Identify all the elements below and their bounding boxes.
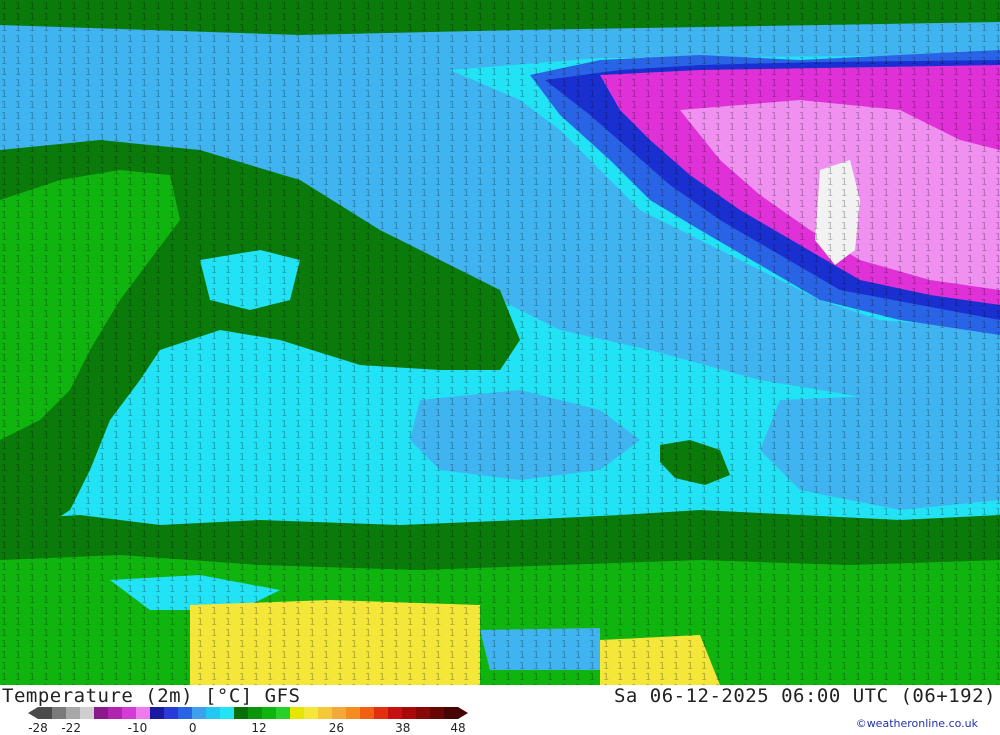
- value-grid-texture: [0, 0, 1000, 685]
- legend-arrow-left: [28, 707, 38, 719]
- legend-swatch: [220, 707, 235, 719]
- legend-swatch: [346, 707, 361, 719]
- legend-swatch: [444, 707, 459, 719]
- legend-swatch: [262, 707, 277, 719]
- legend-swatch: [430, 707, 445, 719]
- temperature-map[interactable]: 1: [0, 0, 1000, 685]
- legend-swatch: [248, 707, 263, 719]
- legend-swatch: [360, 707, 375, 719]
- legend-swatch: [52, 707, 67, 719]
- legend-swatch: [402, 707, 417, 719]
- legend-swatch: [122, 707, 137, 719]
- credit-link[interactable]: ©weatheronline.co.uk: [856, 717, 978, 730]
- legend-swatch: [66, 707, 81, 719]
- legend-swatch: [164, 707, 179, 719]
- legend-swatch: [388, 707, 403, 719]
- legend-swatch: [150, 707, 165, 719]
- legend-swatch: [206, 707, 221, 719]
- legend-swatch: [108, 707, 123, 719]
- run-info: Sa 06-12-2025 06:00 UTC (06+192): [613, 685, 996, 707]
- legend-arrow-right: [458, 707, 468, 719]
- legend-swatch: [332, 707, 347, 719]
- legend-swatch: [38, 707, 53, 719]
- legend-swatch: [234, 707, 249, 719]
- legend-swatch: [290, 707, 305, 719]
- footer: Temperature (2m) [°C] GFS Sa 06-12-2025 …: [0, 685, 1000, 735]
- legend-swatch: [318, 707, 333, 719]
- legend-swatch: [178, 707, 193, 719]
- legend-swatch: [94, 707, 109, 719]
- legend-swatch: [374, 707, 389, 719]
- legend-bar: [28, 707, 468, 719]
- color-legend: -28 -22 -10 0 12 26 38 48: [28, 706, 468, 735]
- legend-swatch: [136, 707, 151, 719]
- legend-swatch: [304, 707, 319, 719]
- legend-swatch: [192, 707, 207, 719]
- map-canvas: 1: [0, 0, 1000, 685]
- map-title: Temperature (2m) [°C] GFS: [2, 685, 301, 707]
- legend-swatch: [416, 707, 431, 719]
- legend-swatch: [276, 707, 291, 719]
- legend-swatch: [80, 707, 95, 719]
